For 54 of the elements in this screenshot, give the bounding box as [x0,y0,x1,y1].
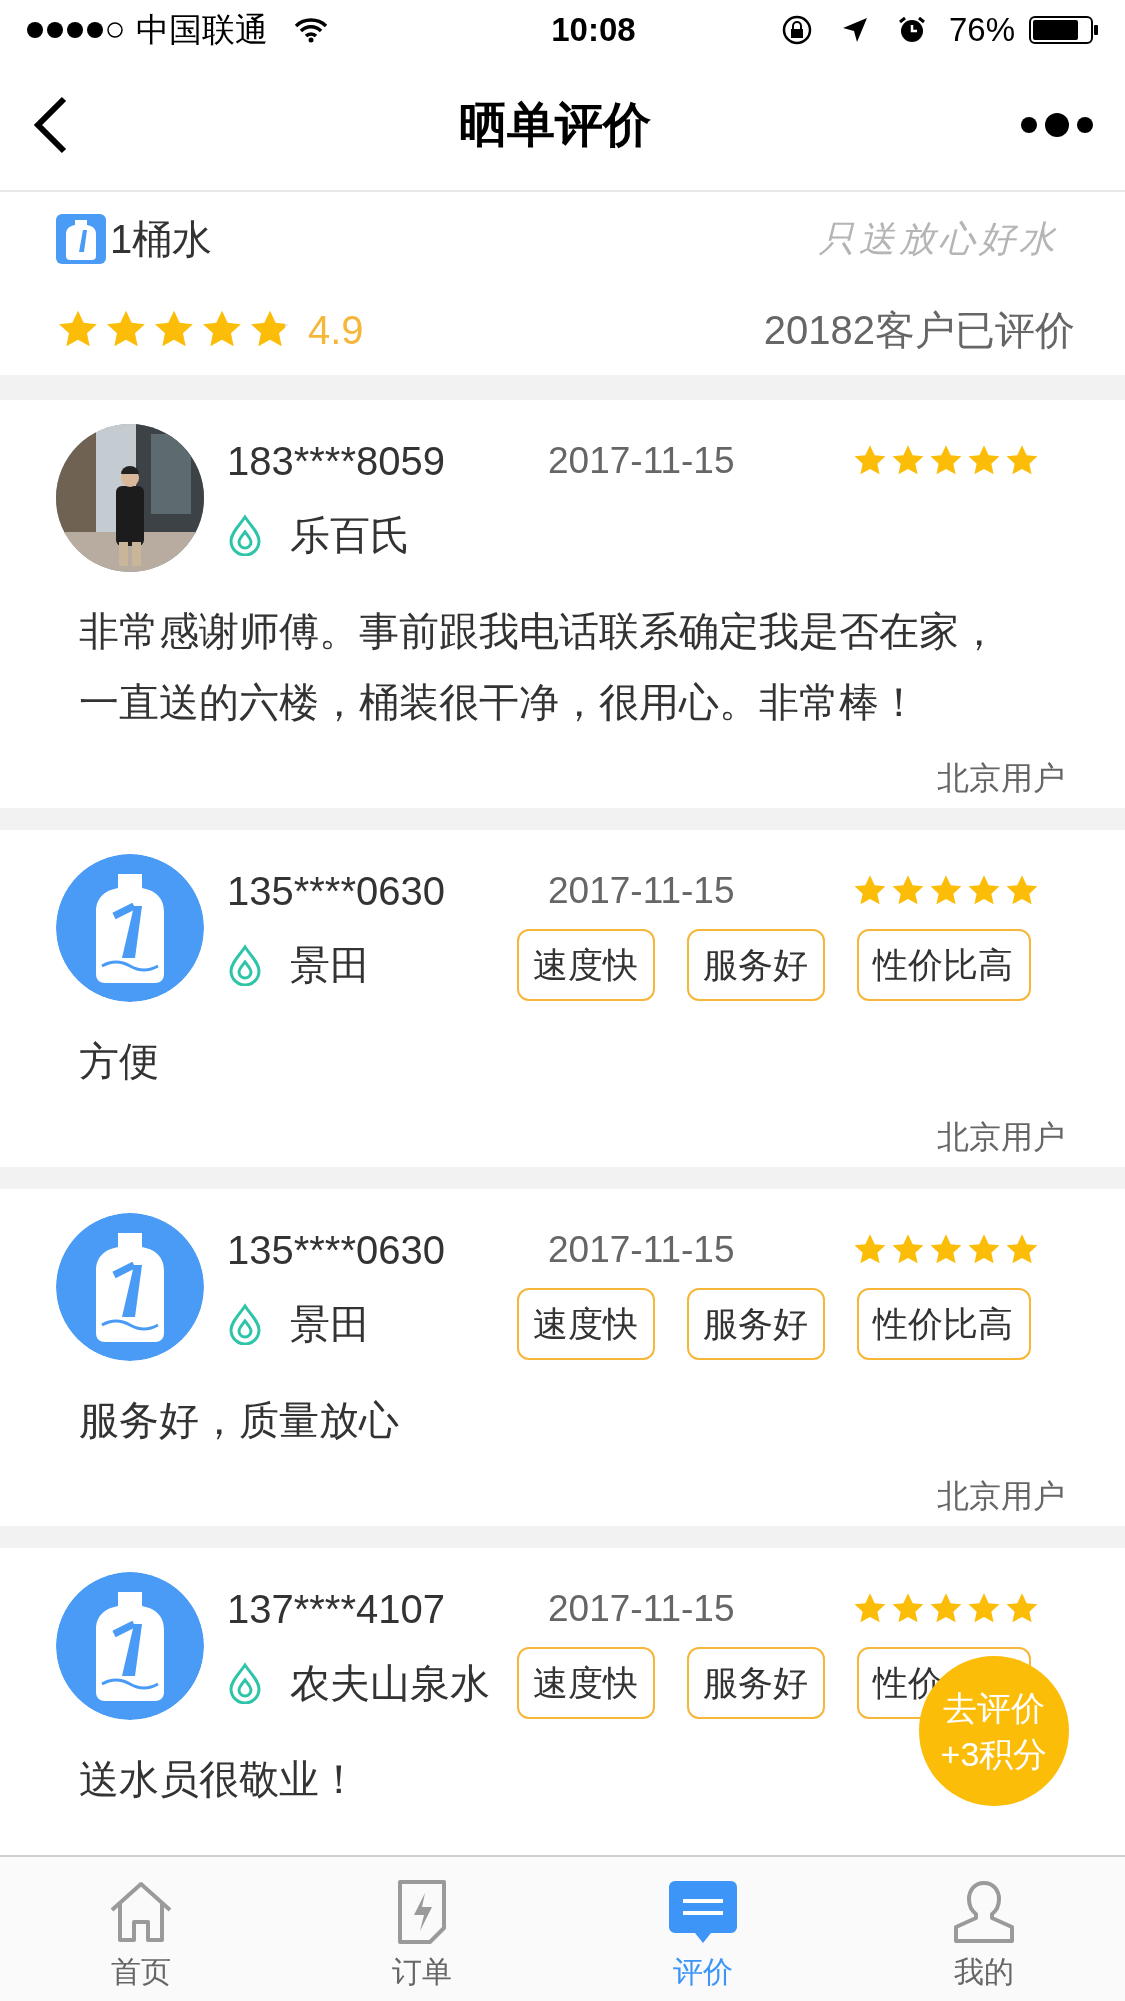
review-comment: 非常感谢师傅。事前跟我电话联系确定我是否在家，一直送的六楼，桶装很干净，很用心。非常棒！ [79,608,1000,726]
brand-name: 乐百氏 [290,512,410,559]
tab-item[interactable]: 我的 [843,1857,1125,2001]
bottle-logo-icon [56,214,106,264]
phone-number: 137****4107 [227,1586,446,1633]
water-drop-icon [227,944,263,986]
review-tag: 服务好 [687,929,825,1001]
battery-icon [1029,15,1099,45]
tab-item[interactable]: 评价 [562,1857,844,2001]
user-location: 北京用户 [936,759,1066,798]
brand-name: 农夫山泉水 [290,1660,490,1707]
battery-percent: 76% [948,10,1015,51]
water-drop-icon [227,1662,263,1704]
signal-icon [26,20,126,40]
review-tag: 性价比高 [857,1288,1031,1360]
review-comment: 送水员很敬业！ [79,1756,359,1803]
rotation-lock-icon [780,14,813,46]
tab-item[interactable]: 首页 [0,1857,282,2001]
rating-score: 4.9 [308,307,364,354]
review-count: 20182客户已评价 [763,307,1075,354]
review-tag: 速度快 [517,1288,655,1360]
shop-slogan: 只送放心好水 [819,217,1059,261]
user-location: 北京用户 [936,1118,1066,1157]
review-tag: 性价比高 [857,929,1031,1001]
clock-time: 10:08 [550,10,637,51]
review-comment: 服务好，质量放心 [79,1397,399,1444]
phone-number: 183****8059 [227,438,446,485]
review-date: 2017-11-15 [548,1587,736,1632]
user-location: 北京用户 [936,1477,1066,1516]
tab-item[interactable]: 订单 [281,1857,563,2001]
review-tag: 服务好 [687,1288,825,1360]
alarm-icon [896,15,927,45]
brand-name: 景田 [290,1301,370,1348]
shop-name: 1桶水 [110,216,213,263]
phone-number: 135****0630 [227,868,446,915]
avatar-logo-icon [56,1572,204,1720]
wifi-icon [294,17,328,43]
carrier-name: 中国联通 [136,10,268,51]
page-title: 晒单评价 [458,97,651,153]
chat-bubble-icon [667,1879,740,1945]
brand-name: 景田 [290,942,370,989]
avatar-logo-icon [56,1213,204,1361]
review-comment: 方便 [79,1038,159,1085]
review-tag: 速度快 [517,929,655,1001]
review-date: 2017-11-15 [548,869,736,914]
more-menu-icon[interactable] [1019,110,1095,140]
review-tag: 服务好 [687,1647,825,1719]
phone-number: 135****0630 [227,1227,446,1274]
review-date: 2017-11-15 [548,1228,736,1273]
water-drop-icon [227,1303,263,1345]
water-drop-icon [227,514,263,556]
review-tag: 速度快 [517,1647,655,1719]
review-date: 2017-11-15 [548,439,736,484]
avatar-logo-icon [56,854,204,1002]
